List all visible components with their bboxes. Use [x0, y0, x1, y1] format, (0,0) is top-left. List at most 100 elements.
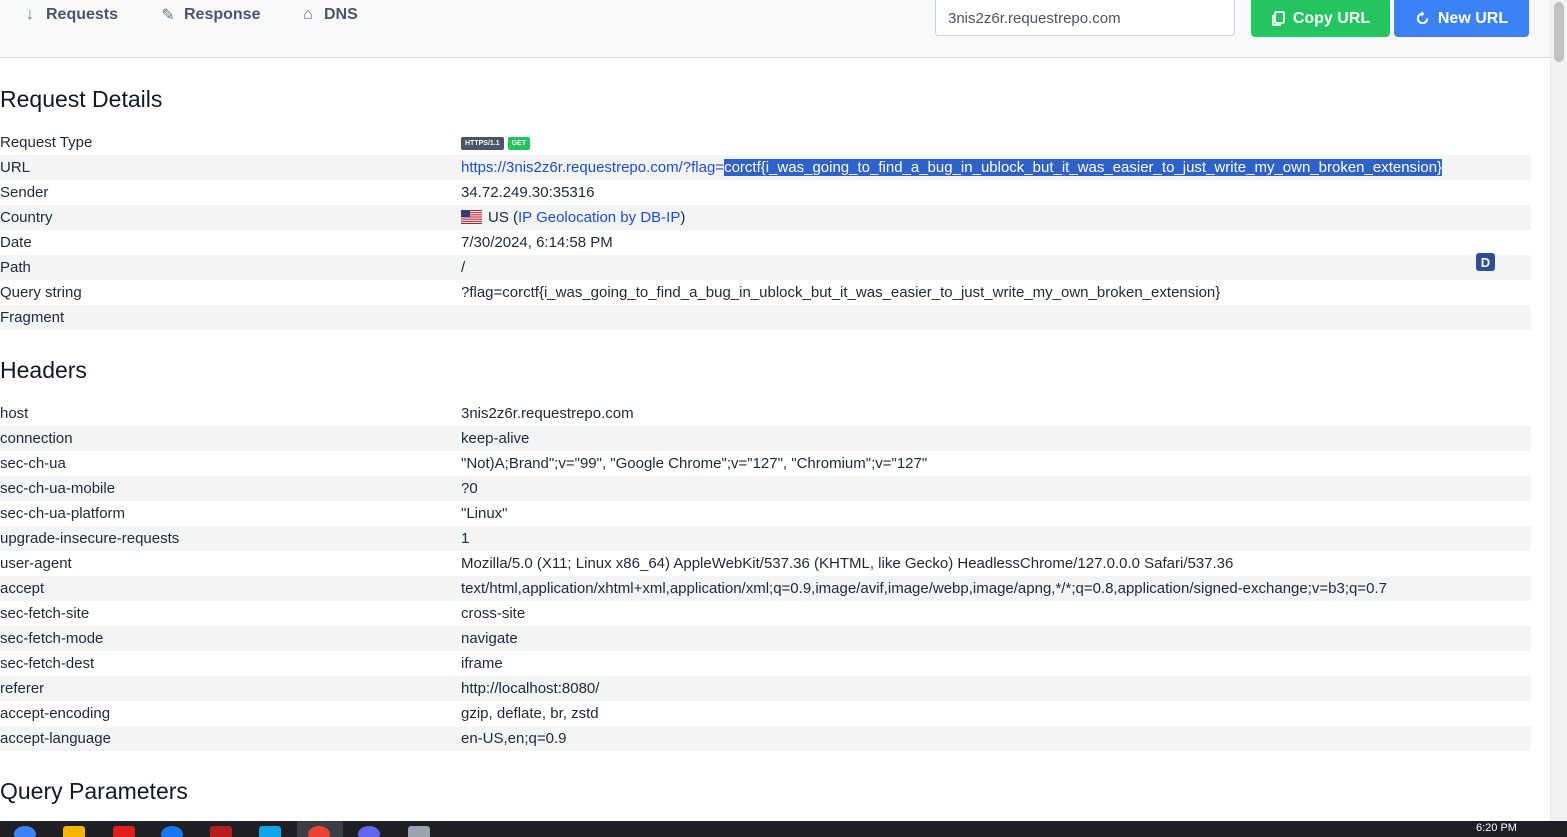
top-nav-bar: ↓ Requests ✎ Response ⌂ DNS Copy URL New…: [0, 0, 1550, 58]
request-type-label: Request Type: [0, 134, 93, 151]
tab-response[interactable]: ✎ Response: [158, 0, 260, 30]
country-row: Country US (IP Geolocation by DB-IP): [0, 205, 1531, 230]
url-selected-text[interactable]: corctf{i_was_going_to_find_a_bug_in_ublo…: [724, 159, 1443, 176]
header-value: 1: [461, 530, 470, 547]
header-row: accept text/html,application/xhtml+xml,ap…: [0, 576, 1531, 601]
sender-value: 34.72.249.30:35316: [461, 184, 595, 201]
taskbar-start-icon[interactable]: [14, 826, 36, 837]
header-value: "Not)A;Brand";v="99", "Google Chrome";v=…: [461, 455, 928, 472]
pencil-icon: ✎: [161, 7, 175, 24]
fragment-row: Fragment: [0, 305, 1531, 330]
url-label: URL: [0, 159, 31, 176]
scrollbar-thumb[interactable]: [1554, 2, 1564, 62]
request-type-value: HTTPS/1.1 GET: [459, 134, 1531, 151]
header-row: sec-ch-ua-mobile ?0: [0, 476, 1531, 501]
method-badge: GET: [507, 136, 531, 150]
taskbar-chat-icon[interactable]: [358, 826, 380, 837]
protocol-badge: HTTPS/1.1: [461, 136, 504, 150]
os-taskbar: 6:20 PM: [0, 821, 1567, 837]
header-key: sec-ch-ua: [0, 455, 66, 472]
tab-requests[interactable]: ↓ Requests: [20, 0, 118, 30]
us-flag-icon: [461, 210, 482, 224]
header-row: sec-fetch-mode navigate: [0, 626, 1531, 651]
header-row: host 3nis2z6r.requestrepo.com: [0, 401, 1531, 426]
header-value: text/html,application/xhtml+xml,applicat…: [461, 580, 1387, 597]
taskbar-file-icon[interactable]: [408, 826, 430, 837]
header-row: sec-fetch-site cross-site: [0, 601, 1531, 626]
header-value: "Linux": [461, 505, 508, 522]
header-row: accept-encoding gzip, deflate, br, zstd: [0, 701, 1531, 726]
taskbar-social-icon[interactable]: [161, 826, 183, 837]
header-key: referer: [0, 680, 45, 697]
page-scrollbar[interactable]: [1550, 0, 1567, 821]
header-row: sec-ch-ua-platform "Linux": [0, 501, 1531, 526]
geolocation-link[interactable]: IP Geolocation by DB-IP: [518, 209, 680, 226]
header-key: sec-fetch-site: [0, 605, 90, 622]
header-row: connection keep-alive: [0, 426, 1531, 451]
header-key: user-agent: [0, 555, 72, 572]
url-row: URL https://3nis2z6r.requestrepo.com/?fl…: [0, 155, 1531, 180]
extension-d-icon[interactable]: D: [1476, 253, 1495, 271]
copy-icon: [1271, 10, 1285, 26]
taskbar-chrome-icon[interactable]: [308, 826, 330, 837]
date-row: Date 7/30/2024, 6:14:58 PM: [0, 230, 1531, 255]
tab-response-label: Response: [184, 6, 261, 23]
tab-dns-label: DNS: [324, 6, 358, 23]
header-row: accept-language en-US,en;q=0.9: [0, 726, 1531, 751]
header-value: en-US,en;q=0.9: [461, 730, 567, 747]
query-parameters-title: Query Parameters: [0, 778, 188, 804]
new-url-label: New URL: [1437, 9, 1509, 27]
header-row: referer http://localhost:8080/: [0, 676, 1531, 701]
country-open-paren: (: [508, 209, 519, 226]
header-key: sec-ch-ua-mobile: [0, 480, 116, 497]
request-type-row: Request Type HTTPS/1.1 GET: [0, 130, 1531, 155]
copy-url-button[interactable]: Copy URL: [1251, 0, 1390, 37]
header-value: Mozilla/5.0 (X11; Linux x86_64) AppleWeb…: [461, 555, 1234, 572]
url-prefix[interactable]: https://3nis2z6r.requestrepo.com/?flag=: [461, 159, 724, 176]
header-key: sec-fetch-dest: [0, 655, 95, 672]
header-value: 3nis2z6r.requestrepo.com: [461, 405, 634, 422]
request-details-table: Request Type HTTPS/1.1 GET URL https://3n…: [0, 130, 1531, 330]
header-value: iframe: [461, 655, 503, 672]
query-string-label: Query string: [0, 284, 82, 301]
request-details-title: Request Details: [0, 86, 163, 112]
header-row: sec-ch-ua "Not)A;Brand";v="99", "Google C…: [0, 451, 1531, 476]
header-value: ?0: [461, 480, 478, 497]
tab-dns[interactable]: ⌂ DNS: [298, 0, 358, 30]
subdomain-url-input[interactable]: [935, 0, 1235, 36]
home-icon: ⌂: [303, 6, 313, 23]
header-key: connection: [0, 430, 73, 447]
header-key: sec-fetch-mode: [0, 630, 104, 647]
sender-label: Sender: [0, 184, 49, 201]
taskbar-app-icon[interactable]: [210, 826, 232, 837]
path-value: /: [461, 259, 466, 276]
taskbar-video-icon[interactable]: [113, 826, 135, 837]
header-value: http://localhost:8080/: [461, 680, 600, 697]
url-value[interactable]: https://3nis2z6r.requestrepo.com/?flag=c…: [459, 159, 1531, 176]
header-value: keep-alive: [461, 430, 530, 447]
taskbar-store-icon[interactable]: [259, 826, 281, 837]
header-key: accept-language: [0, 730, 111, 747]
header-row: user-agent Mozilla/5.0 (X11; Linux x86_64…: [0, 551, 1531, 576]
country-value: US (IP Geolocation by DB-IP): [459, 209, 1531, 226]
header-value: navigate: [461, 630, 518, 647]
refresh-icon: [1416, 11, 1428, 25]
query-string-value: ?flag=corctf{i_was_going_to_find_a_bug_i…: [461, 284, 1221, 301]
tab-requests-label: Requests: [46, 6, 119, 23]
fragment-label: Fragment: [0, 309, 65, 326]
header-key: sec-ch-ua-platform: [0, 505, 126, 522]
header-row: sec-fetch-dest iframe: [0, 651, 1531, 676]
header-key: accept: [0, 580, 45, 597]
query-string-row: Query string ?flag=corctf{i_was_going_to…: [0, 280, 1531, 305]
arrow-down-icon: ↓: [26, 6, 34, 23]
date-value: 7/30/2024, 6:14:58 PM: [461, 234, 613, 251]
path-row: Path /: [0, 255, 1531, 280]
country-code: US: [488, 209, 509, 226]
taskbar-folder-icon[interactable]: [63, 826, 85, 837]
header-value: gzip, deflate, br, zstd: [461, 705, 599, 722]
headers-title: Headers: [0, 357, 87, 383]
sender-row: Sender 34.72.249.30:35316: [0, 180, 1531, 205]
header-value: cross-site: [461, 605, 526, 622]
new-url-button[interactable]: New URL: [1394, 0, 1529, 37]
taskbar-clock: 6:20 PM: [1476, 822, 1517, 834]
